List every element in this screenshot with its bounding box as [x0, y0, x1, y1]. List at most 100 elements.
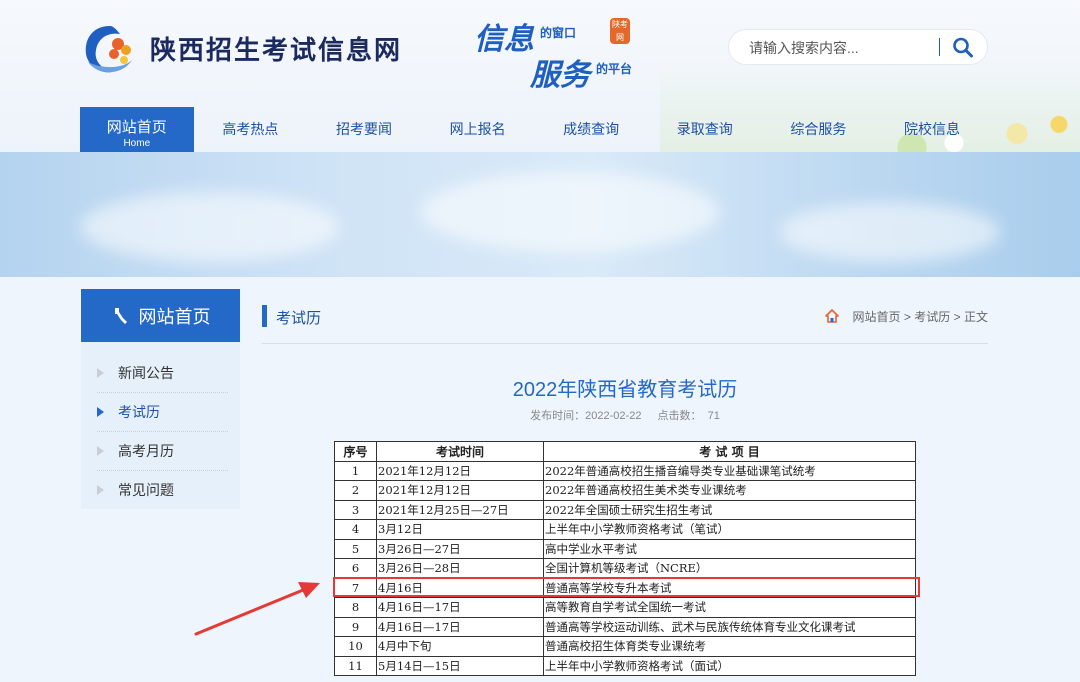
- site-logo-icon[interactable]: [80, 22, 140, 76]
- sidebar-header[interactable]: 网站首页: [81, 289, 240, 342]
- breadcrumb-home[interactable]: 网站首页: [853, 310, 901, 324]
- table-header-row: 序号 考试时间 考 试 项 目: [334, 441, 916, 462]
- nav-item-score-query[interactable]: 成绩查询: [534, 107, 648, 152]
- table-row: 4 3月12日 上半年中小学教师资格考试（笔试）: [334, 519, 916, 540]
- search-input[interactable]: [747, 37, 931, 59]
- cell-exam: 普通高等学校运动训练、武术与民族传统体育专业文化课考试: [543, 616, 916, 637]
- clicks-count: 71: [707, 410, 720, 422]
- row-highlight-box: [333, 577, 920, 597]
- sidebar-item-label: 高考月历: [118, 443, 174, 459]
- breadcrumb-sep: >: [953, 310, 961, 324]
- search-divider: [939, 38, 940, 56]
- cell-index: 9: [334, 616, 377, 637]
- cell-exam: 上半年中小学教师资格考试（笔试）: [543, 519, 916, 540]
- cell-date: 3月12日: [376, 519, 544, 540]
- table-row: 3 2021年12月25日—27日 2022年全国硕士研究生招生考试: [334, 499, 916, 520]
- publish-date: 2022-02-22: [585, 410, 642, 422]
- slogan-stamp: 陕考网: [610, 18, 630, 44]
- sidebar-item-faq[interactable]: 常见问题: [97, 471, 228, 509]
- table-row: 6 3月26日—28日 全国计算机等级考试（NCRE）: [334, 558, 916, 579]
- cell-index: 1: [334, 460, 377, 481]
- site-title[interactable]: 陕西招生考试信息网: [150, 30, 402, 67]
- table-row: 1 2021年12月12日 2022年普通高校招生播音编导类专业基础课笔试统考: [334, 460, 916, 481]
- column-header-index: 序号: [334, 441, 377, 462]
- cell-index: 4: [334, 519, 377, 540]
- cell-exam: 高中学业水平考试: [543, 538, 916, 559]
- cell-date: 2021年12月25日—27日: [376, 499, 544, 520]
- banner-image: [0, 152, 1080, 277]
- column-header-exam: 考 试 项 目: [543, 441, 916, 462]
- cell-date: 4月16日—17日: [376, 597, 544, 618]
- clicks-label: 点击数：: [657, 410, 702, 422]
- sidebar: 网站首页 新闻公告 考试历 高考月历 常见问题: [81, 289, 240, 509]
- nav-home-sub: Home: [123, 138, 151, 149]
- cell-date: 4月中下旬: [376, 636, 544, 657]
- cell-index: 8: [334, 597, 377, 618]
- exam-schedule-table: 序号 考试时间 考 试 项 目 1 2021年12月12日 2022年普通高校招生播…: [334, 441, 916, 676]
- sidebar-item-news[interactable]: 新闻公告: [97, 354, 228, 393]
- cell-date: 3月26日—28日: [376, 558, 544, 579]
- section-bar: [262, 305, 267, 327]
- slogan-line2: 服务: [530, 58, 590, 93]
- sidebar-item-label: 常见问题: [118, 482, 174, 498]
- nav-item-news[interactable]: 招考要闻: [307, 107, 421, 152]
- cell-index: 2: [334, 480, 377, 501]
- breadcrumb-exam-calendar[interactable]: 考试历: [914, 310, 950, 324]
- breadcrumb-current: 正文: [963, 310, 988, 324]
- nav-item-home[interactable]: 网站首页 Home: [80, 107, 194, 152]
- cell-date: 2021年12月12日: [376, 460, 544, 481]
- home-icon: [825, 309, 840, 323]
- breadcrumb-sep: >: [903, 310, 911, 324]
- main-content: 考试历 网站首页 > 考试历 > 正文 2022年陕西省教育考试历 发布时间：2…: [262, 289, 988, 682]
- sidebar-title: 网站首页: [138, 306, 211, 327]
- nav-item-online-signup[interactable]: 网上报名: [421, 107, 535, 152]
- cell-exam: 普通高校招生体育类专业课统考: [543, 636, 916, 657]
- slogan-small1: 的窗口: [540, 26, 577, 40]
- search-box: [729, 30, 987, 64]
- triangle-icon: [97, 407, 104, 417]
- cell-date: 5月14日—15日: [376, 655, 544, 676]
- cell-date: 2021年12月12日: [376, 480, 544, 501]
- sidebar-item-exam-calendar[interactable]: 考试历: [97, 393, 228, 432]
- nav-item-gaokao-hot[interactable]: 高考热点: [194, 107, 308, 152]
- sidebar-item-label: 新闻公告: [118, 365, 174, 381]
- triangle-icon: [97, 485, 104, 495]
- cell-index: 10: [334, 636, 377, 657]
- search-icon[interactable]: [951, 36, 975, 58]
- publish-label: 发布时间：: [530, 410, 586, 422]
- cell-index: 11: [334, 655, 377, 676]
- nav-item-colleges[interactable]: 院校信息: [875, 107, 989, 152]
- sidebar-item-gaokao-calendar[interactable]: 高考月历: [97, 432, 228, 471]
- cell-index: 6: [334, 558, 377, 579]
- cell-exam: 2022年全国硕士研究生招生考试: [543, 499, 916, 520]
- table-row: 11 5月14日—15日 上半年中小学教师资格考试（面试）: [334, 655, 916, 676]
- cell-exam: 2022年普通高校招生播音编导类专业基础课笔试统考: [543, 460, 916, 481]
- nav-item-admission-query[interactable]: 录取查询: [648, 107, 762, 152]
- cell-exam: 2022年普通高校招生美术类专业课统考: [543, 480, 916, 501]
- slogan-small2: 的平台: [596, 62, 633, 76]
- triangle-icon: [97, 368, 104, 378]
- main-nav: 网站首页 Home 高考热点 招考要闻 网上报名 成绩查询 录取查询 综合服务 …: [80, 107, 989, 152]
- table-row: 5 3月26日—27日 高中学业水平考试: [334, 538, 916, 559]
- nav-home-label: 网站首页: [106, 119, 167, 136]
- table-row: 9 4月16日—17日 普通高等学校运动训练、武术与民族传统体育专业文化课考试: [334, 616, 916, 637]
- cell-exam: 全国计算机等级考试（NCRE）: [543, 558, 916, 579]
- nav-item-services[interactable]: 综合服务: [762, 107, 876, 152]
- article-meta: 发布时间：2022-02-22 点击数： 71: [262, 407, 988, 423]
- sidebar-menu: 新闻公告 考试历 高考月历 常见问题: [81, 342, 240, 509]
- cell-date: 4月16日—17日: [376, 616, 544, 637]
- table-row: 2 2021年12月12日 2022年普通高校招生美术类专业课统考: [334, 480, 916, 501]
- section-divider: [262, 343, 988, 344]
- tool-icon: [114, 307, 127, 324]
- breadcrumb: 网站首页 > 考试历 > 正文: [825, 308, 988, 325]
- table-row: 10 4月中下旬 普通高校招生体育类专业课统考: [334, 636, 916, 657]
- sidebar-item-label: 考试历: [118, 404, 160, 420]
- column-header-date: 考试时间: [376, 441, 544, 462]
- cell-exam: 高等教育自学考试全国统一考试: [543, 597, 916, 618]
- slogan-line1: 信息: [474, 22, 534, 57]
- cell-index: 5: [334, 538, 377, 559]
- section-title: 考试历: [276, 310, 322, 327]
- cell-index: 3: [334, 499, 377, 520]
- cell-exam: 上半年中小学教师资格考试（面试）: [543, 655, 916, 676]
- cell-date: 3月26日—27日: [376, 538, 544, 559]
